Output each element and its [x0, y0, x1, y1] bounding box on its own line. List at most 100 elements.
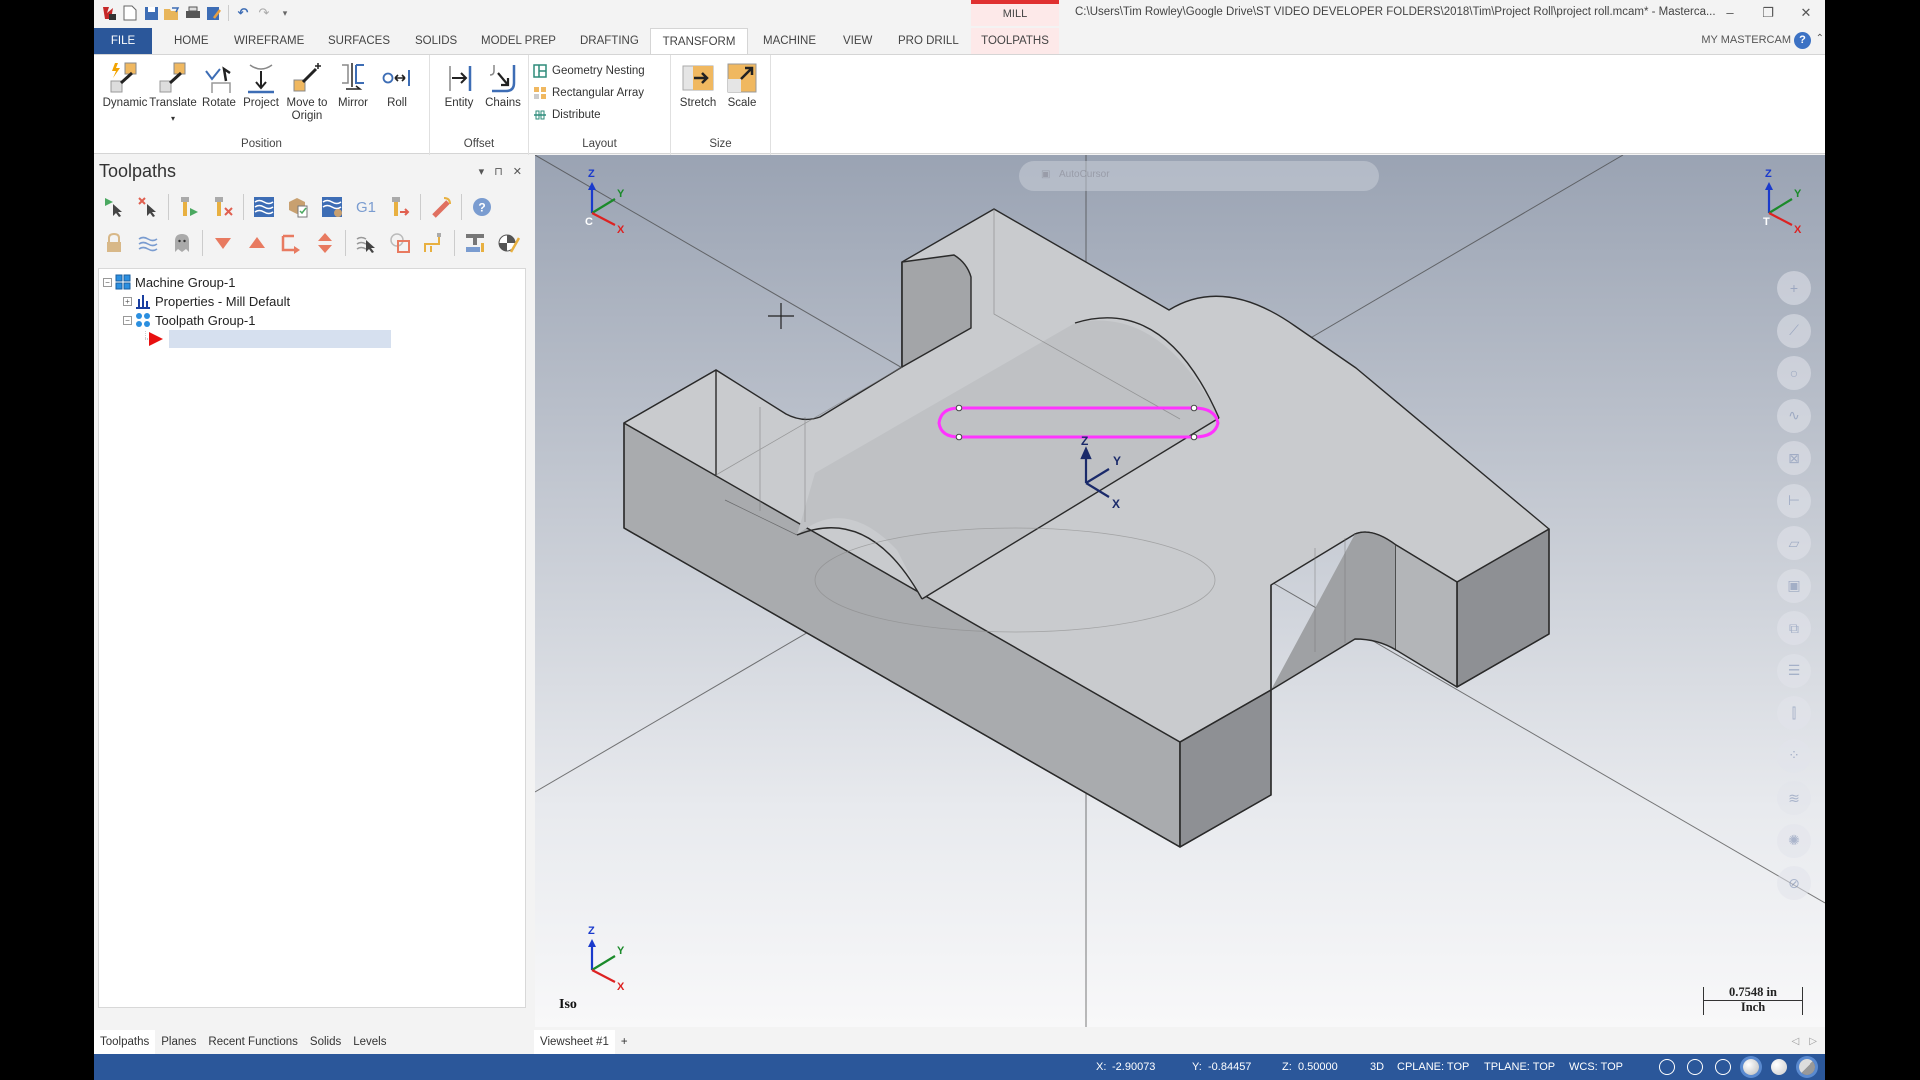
new-file-icon[interactable]	[121, 4, 139, 22]
stretch-button[interactable]: Stretch	[673, 61, 723, 110]
translate-dropdown[interactable]: ▾	[148, 112, 198, 125]
panel-close-icon[interactable]: ✕	[513, 165, 522, 178]
hidden-globe-icon[interactable]	[1687, 1059, 1703, 1075]
verify-icon[interactable]	[284, 193, 312, 221]
translate-button[interactable]: Translate ▾	[148, 61, 198, 125]
chain-node[interactable]	[955, 433, 963, 441]
box-icon[interactable]: ▣	[1777, 568, 1811, 603]
redo-icon[interactable]: ↷	[255, 4, 273, 22]
simulate-icon[interactable]	[318, 193, 346, 221]
mode-3d-toggle[interactable]: 3D	[1370, 1061, 1384, 1073]
geometry-nesting-button[interactable]: Geometry Nesting	[533, 61, 645, 81]
graphics-viewport[interactable]: Z Y X Z Y X C Z Y X T Z Y X ▣ AutoCursor…	[535, 155, 1825, 1027]
tree-node-insert-arrow[interactable]	[144, 330, 405, 348]
tab-surfaces[interactable]: SURFACES	[320, 28, 398, 54]
transform-icon[interactable]: ⧉	[1777, 611, 1811, 645]
collapse-icon[interactable]: −	[123, 315, 132, 325]
add-viewsheet-button[interactable]: +	[615, 1030, 634, 1054]
backplot-icon[interactable]	[250, 193, 278, 221]
z-coord-value[interactable]: 0.50000	[1298, 1061, 1338, 1073]
distribute-button[interactable]: Distribute	[533, 105, 601, 125]
selection-toolbar[interactable]: ▣ AutoCursor	[1019, 161, 1379, 191]
tab-file[interactable]: FILE	[94, 28, 152, 54]
panel-tab-recent-functions[interactable]: Recent Functions	[202, 1030, 304, 1054]
ghost-icon[interactable]	[168, 229, 196, 257]
tab-view[interactable]: VIEW	[835, 28, 880, 54]
chain-node[interactable]	[1190, 433, 1198, 441]
wcs-selector[interactable]: WCS: TOP	[1569, 1061, 1623, 1073]
regenerate-selected-icon[interactable]	[175, 193, 203, 221]
pin-icon[interactable]: ⊓	[494, 165, 503, 178]
dynamic-button[interactable]: Dynamic	[100, 61, 150, 110]
my-mastercam-link[interactable]: MY MASTERCAM	[1701, 34, 1791, 46]
tab-toolpaths[interactable]: TOOLPATHS	[971, 28, 1059, 54]
close-button[interactable]: ✕	[1787, 0, 1825, 26]
tab-transform[interactable]: TRANSFORM	[650, 28, 748, 55]
cplane-selector[interactable]: CPLANE: TOP	[1397, 1061, 1469, 1073]
surface-icon[interactable]: ▱	[1777, 526, 1811, 560]
machine-sim-icon[interactable]	[461, 229, 489, 257]
collapse-ribbon-icon[interactable]: ⌃	[1816, 33, 1824, 44]
flat-sphere-icon[interactable]	[1771, 1059, 1787, 1075]
toolpath-list-icon[interactable]: ☰	[1777, 653, 1811, 688]
print-icon[interactable]	[184, 4, 202, 22]
save-icon[interactable]	[142, 4, 160, 22]
line-icon[interactable]: ⟋	[1777, 313, 1811, 348]
open-icon[interactable]	[163, 4, 181, 22]
rename-field[interactable]	[169, 330, 391, 348]
highfeed-icon[interactable]	[386, 193, 414, 221]
regenerate-dirty-icon[interactable]	[209, 193, 237, 221]
panel-dropdown-icon[interactable]: ▾	[479, 165, 485, 178]
tree-node-properties[interactable]: + Properties - Mill Default	[123, 292, 290, 310]
mirror-button[interactable]: Mirror	[328, 61, 378, 110]
select-all-operations-icon[interactable]	[100, 193, 128, 221]
solid-part[interactable]	[623, 208, 1550, 848]
scroll-to-insert-icon[interactable]	[311, 229, 339, 257]
toolpath-select-icon[interactable]	[352, 229, 380, 257]
tree-node-toolpath-group[interactable]: − Toolpath Group-1	[123, 311, 255, 329]
tab-drafting[interactable]: DRAFTING	[572, 28, 647, 54]
collapse-icon[interactable]: −	[103, 277, 112, 287]
undo-icon[interactable]: ↶	[234, 4, 252, 22]
only-display-selected-icon[interactable]	[386, 229, 414, 257]
tool-display-icon[interactable]	[420, 229, 448, 257]
viewsheet-tab-1[interactable]: Viewsheet #1	[534, 1030, 615, 1054]
lock-icon[interactable]	[100, 229, 128, 257]
toggle-display-icon[interactable]	[134, 229, 162, 257]
clear-color-icon[interactable]: ⊘	[1777, 866, 1811, 900]
post-g1-icon[interactable]: G1	[352, 193, 380, 221]
translucency-icon[interactable]	[1799, 1059, 1815, 1075]
levels-icon[interactable]: ≋	[1777, 781, 1811, 815]
stock-model-icon[interactable]	[495, 229, 523, 257]
tab-home[interactable]: HOME	[166, 28, 217, 54]
chain-node[interactable]	[1190, 404, 1198, 412]
drill-icon[interactable]: ⫿	[1777, 696, 1811, 730]
chain-node[interactable]	[955, 404, 963, 412]
delete-toolpaths-icon[interactable]	[427, 193, 455, 221]
tab-machine[interactable]: MACHINE	[755, 28, 824, 54]
point-icon[interactable]: +	[1777, 271, 1811, 305]
tab-wireframe[interactable]: WIREFRAME	[226, 28, 312, 54]
tab-pro-drill[interactable]: PRO DRILL	[890, 28, 967, 54]
offset-chains-button[interactable]: Chains	[478, 61, 528, 110]
move-to-origin-button[interactable]: Move to Origin	[282, 61, 332, 123]
scale-button[interactable]: Scale	[717, 61, 767, 110]
panel-tab-solids[interactable]: Solids	[304, 1030, 347, 1054]
insert-arrow-icon[interactable]	[277, 229, 305, 257]
project-button[interactable]: Project	[236, 61, 286, 110]
autocursor-icon[interactable]: ▣	[1041, 169, 1050, 180]
tab-solids[interactable]: SOLIDS	[407, 28, 465, 54]
move-down-icon[interactable]	[209, 229, 237, 257]
deselect-operations-icon[interactable]	[134, 193, 162, 221]
y-coord-value[interactable]: -0.84457	[1208, 1061, 1251, 1073]
roll-button[interactable]: Roll	[372, 61, 422, 110]
save-as-icon[interactable]	[205, 4, 223, 22]
wireframe-globe-icon[interactable]	[1659, 1059, 1675, 1075]
solid-icon[interactable]: ⊠	[1777, 441, 1811, 475]
circle-icon[interactable]: ○	[1777, 356, 1811, 390]
move-up-icon[interactable]	[243, 229, 271, 257]
help-icon[interactable]: ?	[1794, 32, 1811, 49]
dimension-icon[interactable]: ⊢	[1777, 483, 1811, 518]
autocursor-dropdown[interactable]: AutoCursor	[1059, 169, 1110, 180]
half-globe-icon[interactable]	[1715, 1059, 1731, 1075]
